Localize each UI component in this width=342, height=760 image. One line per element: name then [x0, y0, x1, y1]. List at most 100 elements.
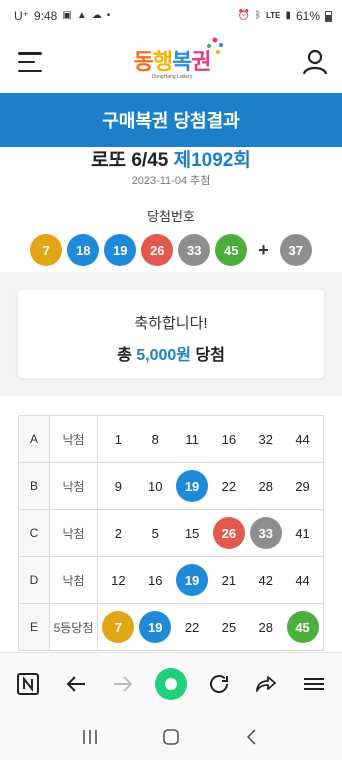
ticket-id: E: [18, 603, 50, 651]
ticket-number: 28: [258, 478, 273, 494]
browser-home-button[interactable]: [153, 666, 189, 702]
ticket-table: A 낙첨 1 8 11 16 32 44 B 낙첨 9 10 19 22 28 29 C 낙첨 2 5 15 26 33 41…: [18, 415, 324, 651]
matched-number: 19: [139, 611, 172, 643]
prize-prefix: 총: [117, 347, 132, 364]
ticket-numbers: 2 5 15 26 33 41: [97, 509, 324, 557]
logo-burst-icon: [206, 37, 223, 54]
ticket-number: 8: [151, 431, 159, 447]
battery-percent: 61%: [295, 9, 320, 23]
ticket-number: 44: [295, 431, 310, 447]
matched-number: 33: [249, 517, 282, 549]
status-bar: U⁺ 9:48 ▣ ▲ ☁ • ⏰ ᛒ LTE ▮ 61%: [0, 0, 342, 32]
gallery-icon: ▣: [62, 10, 72, 21]
app-header: 동행복권 DongHang Lottery: [0, 32, 342, 92]
forward-arrow-icon[interactable]: [105, 666, 141, 702]
ticket-numbers: 12 16 19 21 42 44: [97, 556, 324, 604]
bonus-plus-sign: +: [258, 239, 269, 260]
ticket-number: 12: [111, 572, 126, 588]
share-icon[interactable]: [248, 666, 284, 702]
winning-numbers-row: 7 18 19 26 33 45 + 37: [0, 234, 342, 266]
winning-ball: 18: [67, 234, 100, 266]
winning-ball: 7: [30, 234, 63, 266]
ticket-number: 15: [184, 525, 200, 541]
network-type: LTE: [265, 11, 281, 20]
ticket-number: 16: [148, 572, 163, 588]
draw-round: 제1092회: [173, 150, 251, 171]
signal-icon: ▮: [285, 10, 291, 21]
recent-apps-icon[interactable]: [75, 722, 105, 752]
ticket-result: 낙첨: [49, 509, 98, 557]
ticket-id: C: [18, 509, 50, 557]
ticket-number: 9: [114, 478, 123, 494]
ticket-result: 낙첨: [49, 462, 98, 510]
ticket-id: A: [18, 415, 50, 463]
ticket-result: 낙첨: [49, 415, 98, 463]
prize-suffix: 당첨: [195, 347, 225, 364]
logo-wordmark: 동행복권: [133, 49, 212, 74]
matched-number: 45: [286, 611, 319, 643]
ticket-number: 29: [295, 478, 310, 494]
ticket-number: 28: [258, 619, 273, 635]
ticket-row: C 낙첨 2 5 15 26 33 41: [18, 509, 324, 557]
ticket-numbers: 7 19 22 25 28 45: [97, 603, 324, 651]
bluetooth-icon: ᛒ: [254, 10, 261, 21]
status-right: ⏰ ᛒ LTE ▮ 61%: [237, 9, 332, 23]
status-left: U⁺ 9:48 ▣ ▲ ☁ •: [14, 9, 110, 23]
ticket-row: E 5등당첨 7 19 22 25 28 45: [18, 603, 324, 651]
ticket-number: 44: [295, 572, 310, 588]
ticket-id: B: [18, 462, 50, 510]
ticket-numbers: 1 8 11 16 32 44: [97, 415, 324, 463]
browser-toolbar: [0, 652, 342, 714]
draw-date: 2023-11-04 추첨: [131, 175, 211, 187]
dot-icon: •: [106, 10, 111, 21]
user-profile-icon[interactable]: [302, 49, 328, 75]
warning-icon: ▲: [76, 10, 87, 21]
ticket-number: 5: [151, 525, 159, 541]
carrier-label: U⁺: [14, 9, 29, 23]
ticket-number: 22: [221, 478, 237, 494]
ticket-number: 11: [185, 431, 199, 447]
prize-summary: 총 5,000원 당첨: [18, 341, 324, 365]
ticket-number: 1: [114, 431, 123, 447]
ticket-result: 낙첨: [49, 556, 98, 604]
ticket-row: B 낙첨 9 10 19 22 28 29: [18, 462, 324, 510]
winning-ball: 19: [104, 234, 137, 266]
cloud-icon: ☁: [91, 10, 102, 21]
ticket-number: 25: [221, 619, 237, 635]
page-title-banner: 구매복권 당첨결과: [0, 93, 342, 147]
game-name: 로또 6/45: [91, 150, 169, 171]
back-icon[interactable]: [237, 722, 267, 752]
ticket-number: 41: [295, 525, 310, 541]
logo[interactable]: 동행복권 DongHang Lottery: [133, 37, 223, 80]
battery-icon: [325, 10, 332, 22]
ticket-number: 16: [221, 431, 237, 447]
ticket-row: A 낙첨 1 8 11 16 32 44: [18, 415, 324, 463]
system-navigation-bar: [0, 714, 342, 760]
ticket-id: D: [18, 556, 50, 604]
ticket-number: 10: [148, 478, 163, 494]
clock: 9:48: [34, 9, 58, 23]
ticket-result: 5등당첨: [49, 603, 98, 651]
winning-ball: 26: [141, 234, 174, 266]
matched-number: 26: [212, 517, 245, 549]
refresh-icon[interactable]: [201, 666, 237, 702]
naver-n-icon[interactable]: [10, 666, 46, 702]
matched-number: 19: [176, 470, 209, 502]
winning-ball: 45: [215, 234, 248, 266]
browser-menu-icon[interactable]: [296, 666, 332, 702]
back-arrow-icon[interactable]: [58, 666, 94, 702]
ticket-row: D 낙첨 12 16 19 21 42 44: [18, 556, 324, 604]
congrats-text: 축하합니다!: [134, 315, 208, 332]
matched-number: 7: [102, 611, 135, 643]
hamburger-menu-icon[interactable]: [18, 52, 42, 72]
result-card: 축하합니다! 총 5,000원 당첨: [18, 290, 324, 378]
ticket-numbers: 9 10 19 22 28 29: [97, 462, 324, 510]
alarm-icon: ⏰: [237, 10, 250, 21]
winning-numbers-label: 당첨번호: [147, 209, 195, 224]
prize-amount: 5,000원: [136, 347, 192, 364]
home-icon[interactable]: [156, 722, 186, 752]
ticket-number: 42: [258, 572, 273, 588]
ticket-number: 21: [221, 572, 237, 588]
matched-number: 19: [176, 564, 209, 596]
logo-subtitle: DongHang Lottery: [151, 74, 193, 80]
